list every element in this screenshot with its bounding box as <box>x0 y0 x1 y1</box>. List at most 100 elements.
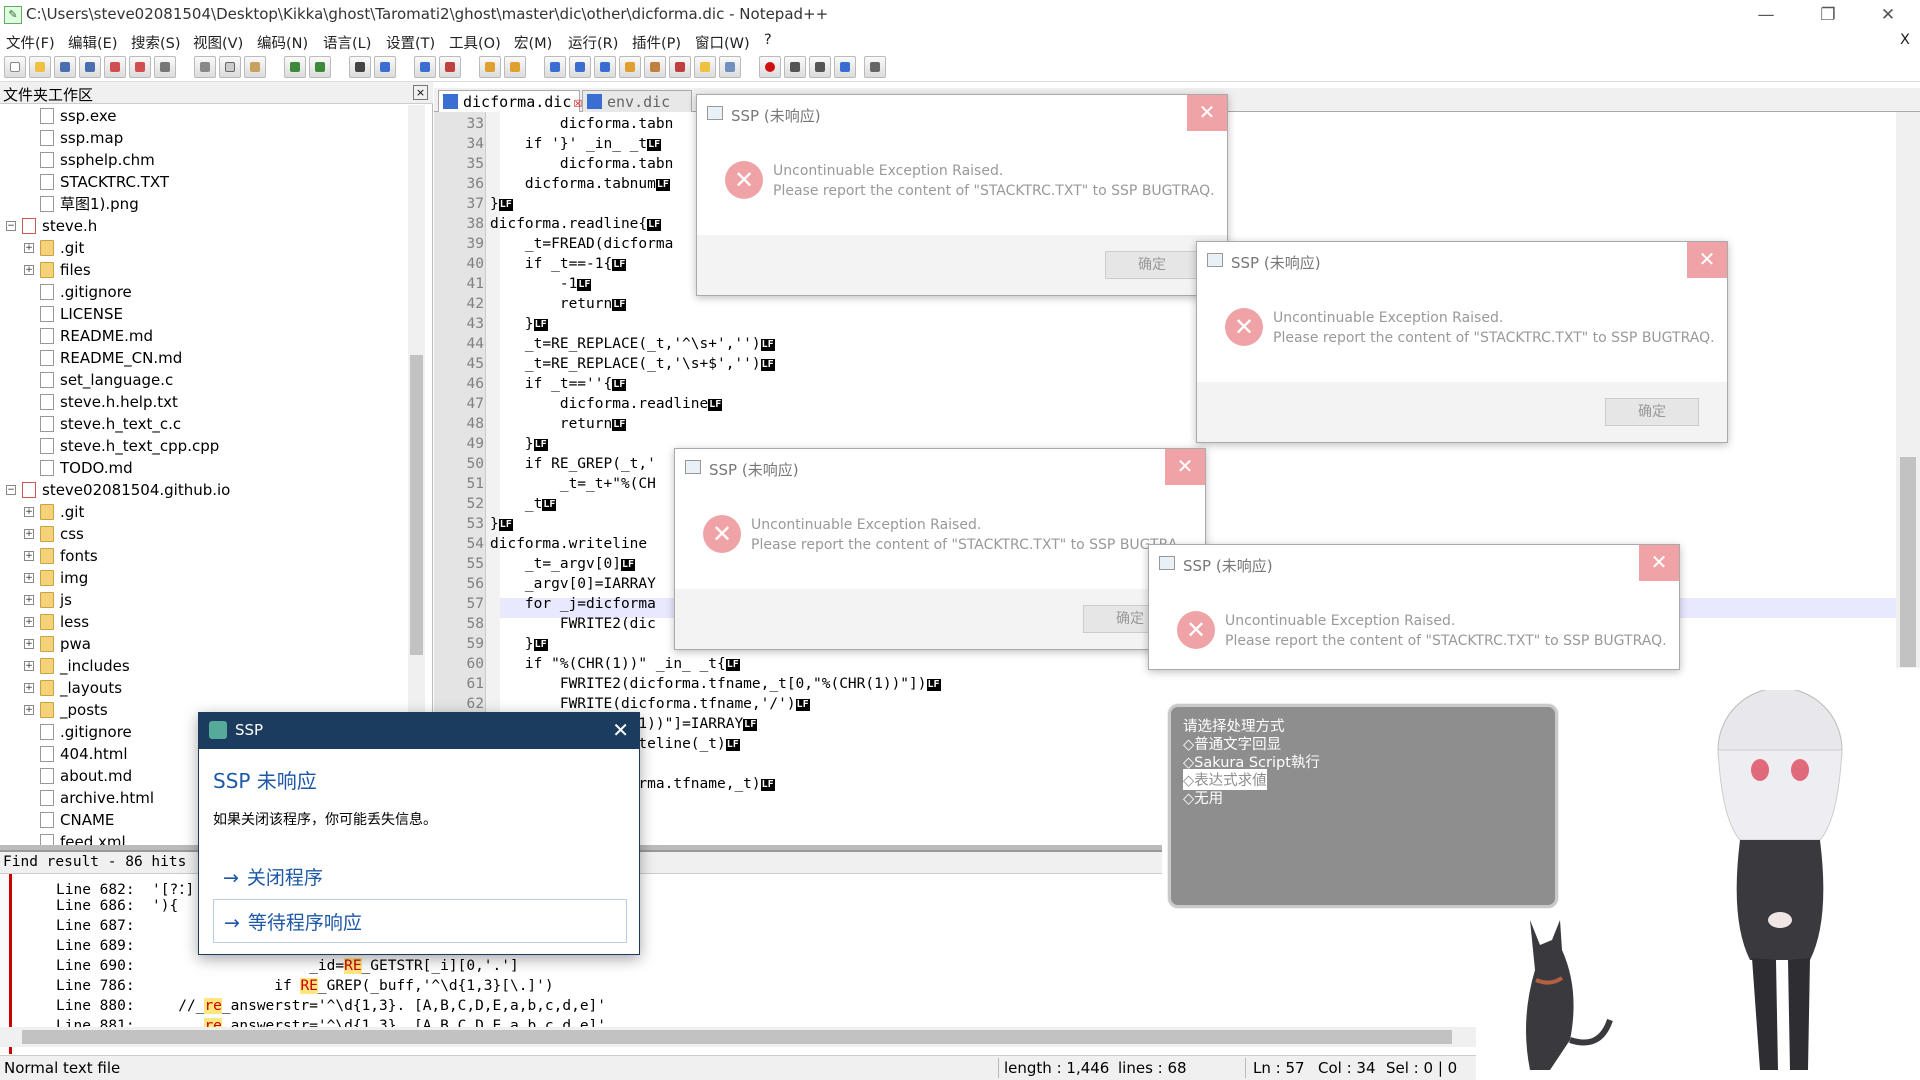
editor-scroll-thumb[interactable] <box>1900 457 1916 667</box>
replace-icon[interactable] <box>374 56 396 78</box>
dialog-close-button[interactable]: ✕ <box>1687 242 1727 278</box>
tree-expander-icon[interactable]: + <box>24 573 34 583</box>
run-macro-multiple-icon[interactable] <box>834 56 856 78</box>
record-macro-icon[interactable] <box>759 56 781 78</box>
balloon-option-none[interactable]: ◇无用 <box>1183 787 1223 808</box>
tree-item[interactable]: steve02081504.github.io <box>22 479 230 501</box>
menu-tools[interactable]: 工具(O) <box>449 32 501 53</box>
zoom-in-icon[interactable] <box>414 56 436 78</box>
paste-icon[interactable] <box>244 56 266 78</box>
tab-dicforma[interactable]: dicforma.dic ☒ <box>438 90 582 112</box>
tree-item[interactable]: img <box>40 567 88 589</box>
doc-map-icon[interactable] <box>644 56 666 78</box>
menu-encoding[interactable]: 编码(N) <box>257 32 308 53</box>
cut-icon[interactable] <box>194 56 216 78</box>
sync-vertical-icon[interactable] <box>479 56 501 78</box>
tree-item[interactable]: STACKTRC.TXT <box>40 171 169 193</box>
play-macro-icon[interactable] <box>809 56 831 78</box>
ok-button[interactable]: 确定 <box>1105 251 1199 279</box>
tree-expander-icon[interactable]: − <box>6 221 16 231</box>
tree-item[interactable]: pwa <box>40 633 91 655</box>
folder-scroll-thumb[interactable] <box>410 355 423 655</box>
tree-item[interactable]: README.md <box>40 325 153 347</box>
tree-item[interactable]: set_language.c <box>40 369 173 391</box>
tree-item[interactable]: steve.h <box>22 215 97 237</box>
udl-icon[interactable] <box>619 56 641 78</box>
tree-expander-icon[interactable]: + <box>24 683 34 693</box>
horizontal-scroll-thumb[interactable] <box>22 1030 1452 1044</box>
tree-item[interactable]: ssphelp.chm <box>40 149 155 171</box>
sync-horizontal-icon[interactable] <box>504 56 526 78</box>
save-icon[interactable] <box>54 56 76 78</box>
tree-item[interactable]: archive.html <box>40 787 154 809</box>
close-window-button[interactable]: ✕ <box>1860 2 1916 28</box>
tree-item[interactable]: .gitignore <box>40 721 132 743</box>
close-document-button[interactable]: X <box>1900 32 1910 48</box>
find-result-line[interactable]: Line 880: //_re_answerstr='^\d{1,3}. [A,… <box>56 998 606 1014</box>
tree-item[interactable]: .git <box>40 501 84 523</box>
tree-item[interactable]: README_CN.md <box>40 347 182 369</box>
menu-help[interactable]: ? <box>764 32 772 48</box>
find-result-line[interactable]: Line 689: <box>56 938 152 954</box>
save-macro-icon[interactable] <box>864 56 886 78</box>
tree-expander-icon[interactable]: + <box>24 529 34 539</box>
menu-macro[interactable]: 宏(M) <box>514 32 552 53</box>
tree-item[interactable]: _posts <box>40 699 108 721</box>
monitoring-icon[interactable] <box>719 56 741 78</box>
find-result-line[interactable]: Line 690: _id=RE_GETSTR[_i][0,'.'] <box>56 958 519 974</box>
tree-expander-icon[interactable]: + <box>24 639 34 649</box>
find-result-line[interactable]: Line 686: '){ <box>56 898 178 914</box>
tree-item[interactable]: ssp.exe <box>40 105 117 127</box>
find-result-line[interactable]: Line 786: if RE_GREP(_buff,'^\d{1,3}[\.]… <box>56 978 554 994</box>
ok-button[interactable]: 确定 <box>1605 398 1699 426</box>
menu-file[interactable]: 文件(F) <box>6 32 55 53</box>
tree-item[interactable]: _includes <box>40 655 130 677</box>
show-all-chars-icon[interactable] <box>569 56 591 78</box>
close-panel-button[interactable]: × <box>413 85 428 100</box>
find-result-line[interactable]: Line 687: <box>56 918 152 934</box>
dialog-close-button[interactable]: ✕ <box>1639 545 1679 581</box>
dialog-close-button[interactable]: ✕ <box>612 718 629 742</box>
function-list-icon[interactable] <box>669 56 691 78</box>
tree-item[interactable]: steve.h.help.txt <box>40 391 178 413</box>
tree-item[interactable]: ssp.map <box>40 127 123 149</box>
copy-icon[interactable] <box>219 56 241 78</box>
tab-env[interactable]: env.dic <box>582 90 692 112</box>
tree-expander-icon[interactable]: + <box>24 595 34 605</box>
tree-item[interactable]: steve.h_text_cpp.cpp <box>40 435 219 457</box>
print-icon[interactable] <box>154 56 176 78</box>
redo-icon[interactable] <box>309 56 331 78</box>
tree-expander-icon[interactable]: + <box>24 705 34 715</box>
close-program-option[interactable]: → 关闭程序 <box>213 855 627 899</box>
tree-item[interactable]: about.md <box>40 765 132 787</box>
menu-settings[interactable]: 设置(T) <box>386 32 435 53</box>
word-wrap-icon[interactable] <box>544 56 566 78</box>
tree-item[interactable]: CNAME <box>40 809 114 831</box>
close-file-icon[interactable] <box>104 56 126 78</box>
menu-edit[interactable]: 编辑(E) <box>68 32 117 53</box>
tree-item[interactable]: 404.html <box>40 743 128 765</box>
menu-search[interactable]: 搜索(S) <box>131 32 181 53</box>
indent-guide-icon[interactable] <box>594 56 616 78</box>
menu-run[interactable]: 运行(R) <box>568 32 618 53</box>
tree-expander-icon[interactable]: + <box>24 507 34 517</box>
dialog-close-button[interactable]: ✕ <box>1165 449 1205 485</box>
tree-item[interactable]: TODO.md <box>40 457 133 479</box>
tree-expander-icon[interactable]: + <box>24 243 34 253</box>
tree-item[interactable]: css <box>40 523 84 545</box>
tree-item[interactable]: fonts <box>40 545 98 567</box>
tree-item[interactable]: js <box>40 589 72 611</box>
wait-program-option[interactable]: → 等待程序响应 <box>213 899 627 943</box>
tree-expander-icon[interactable]: + <box>24 617 34 627</box>
tree-expander-icon[interactable]: − <box>6 485 16 495</box>
find-icon[interactable] <box>349 56 371 78</box>
save-all-icon[interactable] <box>79 56 101 78</box>
menu-plugins[interactable]: 插件(P) <box>632 32 681 53</box>
tree-item[interactable]: LICENSE <box>40 303 123 325</box>
minimize-button[interactable]: — <box>1738 2 1794 28</box>
tree-expander-icon[interactable]: + <box>24 265 34 275</box>
tree-item[interactable]: .gitignore <box>40 281 132 303</box>
tree-item[interactable]: 草图1).png <box>40 193 139 215</box>
open-file-icon[interactable] <box>29 56 51 78</box>
tree-item[interactable]: files <box>40 259 91 281</box>
